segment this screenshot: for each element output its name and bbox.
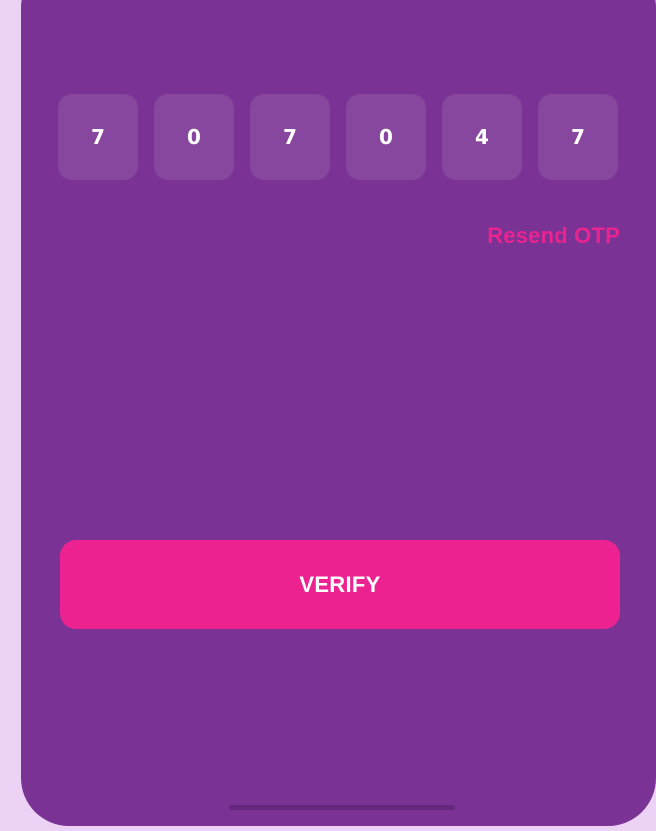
otp-digit-1[interactable]: 7 xyxy=(58,94,138,180)
verify-button[interactable]: VERIFY xyxy=(60,540,620,629)
home-indicator xyxy=(229,805,455,810)
otp-input-row: 7 0 7 0 4 7 xyxy=(58,94,618,180)
otp-screen: 7 0 7 0 4 7 Resend OTP VERIFY xyxy=(21,0,656,826)
otp-digit-5[interactable]: 4 xyxy=(442,94,522,180)
otp-digit-3[interactable]: 7 xyxy=(250,94,330,180)
otp-digit-2[interactable]: 0 xyxy=(154,94,234,180)
resend-otp-link[interactable]: Resend OTP xyxy=(487,223,620,249)
otp-digit-6[interactable]: 7 xyxy=(538,94,618,180)
otp-digit-4[interactable]: 0 xyxy=(346,94,426,180)
top-shade xyxy=(21,0,656,50)
